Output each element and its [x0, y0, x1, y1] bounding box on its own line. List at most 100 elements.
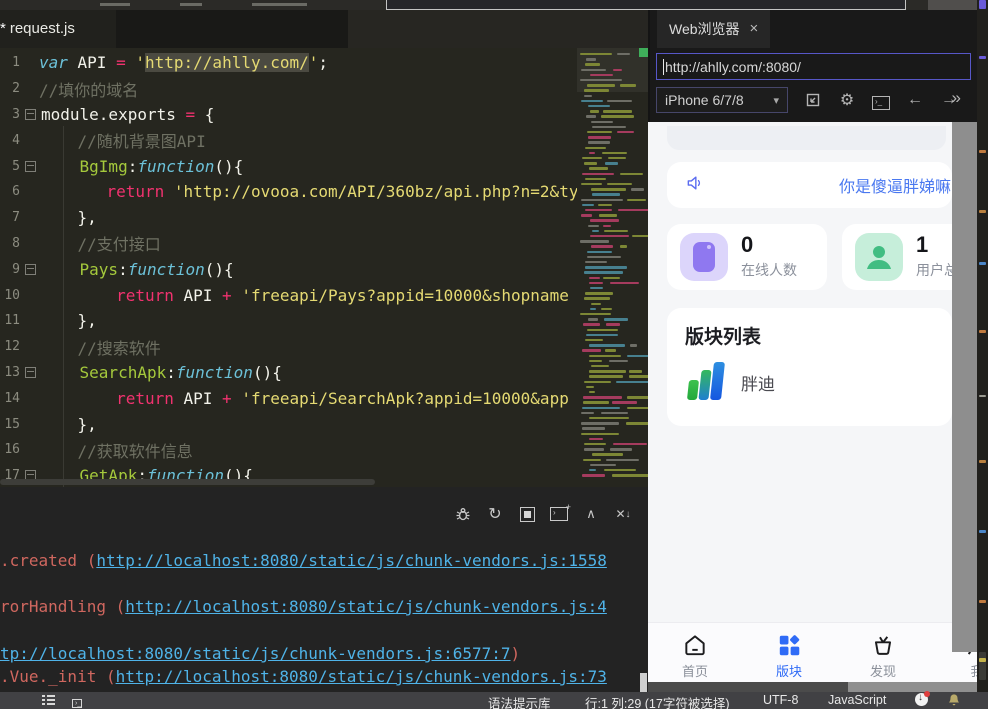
minimap[interactable]: [577, 48, 648, 487]
board-item-label[interactable]: 胖迪: [741, 370, 775, 395]
collapse-icon[interactable]: ∧: [582, 505, 600, 523]
user-icon-bg: [855, 233, 903, 281]
app-tabbar: 首页 版块 发现 我: [648, 622, 977, 682]
update-notification-icon[interactable]: [915, 693, 928, 706]
stack-trace-link[interactable]: http://localhost:8080/static/js/chunk-ve…: [125, 597, 607, 616]
stack-trace-link[interactable]: tp://localhost:8080/static/js/chunk-vend…: [0, 644, 511, 663]
code-line[interactable]: 6 return 'http://ovooa.com/API/360bz/api…: [0, 179, 577, 205]
close-console-icon[interactable]: ✕↓: [614, 505, 632, 523]
clipped-tab-text: [252, 3, 307, 6]
code-line[interactable]: 2//填你的域名: [0, 76, 577, 102]
line-number: 4: [0, 133, 24, 148]
minimap-marker: [639, 48, 648, 57]
line-number: 7: [0, 210, 24, 225]
console-scroll-nub[interactable]: [640, 673, 647, 692]
new-terminal-icon[interactable]: ›+: [550, 505, 568, 523]
console-line: .created (http://localhost:8080/static/j…: [0, 551, 648, 570]
url-text: http://ahlly.com/:8080/: [665, 59, 801, 75]
line-number: 5: [0, 159, 24, 174]
code-line[interactable]: 15 },: [0, 411, 577, 437]
code-line[interactable]: 3module.exports = {: [0, 102, 577, 128]
code-line[interactable]: 5 BgImg:function(){: [0, 153, 577, 179]
preview-hscroll-thumb[interactable]: [648, 682, 848, 692]
phone-icon-wrap: [680, 233, 728, 281]
terminal-icon[interactable]: ›_: [72, 694, 82, 708]
line-number: 11: [0, 313, 24, 328]
code-line[interactable]: 12 //搜索软件: [0, 334, 577, 360]
tabbar-shadow: [116, 10, 348, 48]
online-count: 0: [741, 232, 753, 258]
console-toolbar: ↻ ›+ ∧ ✕↓: [454, 505, 632, 523]
toolbar-search-input-clipped[interactable]: [386, 0, 906, 10]
syntax-lib-status[interactable]: 语法提示库: [488, 693, 551, 709]
code-line[interactable]: 13 SearchApk:function(){: [0, 360, 577, 386]
line-number: 9: [0, 262, 24, 277]
fold-marker-icon[interactable]: [25, 161, 36, 172]
editor-hscrollbar[interactable]: [0, 479, 375, 485]
line-number: 1: [0, 55, 24, 70]
tab-boards[interactable]: 版块: [754, 631, 824, 680]
grid-icon: [754, 631, 824, 659]
error-text: rorHandling (: [0, 597, 125, 616]
fold-marker-icon[interactable]: [25, 264, 36, 275]
line-number: 10: [0, 288, 24, 303]
chevron-down-icon: ▾: [773, 94, 779, 107]
code-line[interactable]: 8 //支付接口: [0, 231, 577, 257]
line-number: 8: [0, 236, 24, 251]
code-line[interactable]: 7 },: [0, 205, 577, 231]
settings-gear-icon[interactable]: ⚙: [838, 90, 856, 110]
code-line[interactable]: 11 },: [0, 308, 577, 334]
top-banner-clipped: [667, 126, 946, 150]
text-caret: [663, 59, 664, 75]
line-number: 13: [0, 365, 24, 380]
board-item-logo[interactable]: [685, 360, 729, 404]
code-line[interactable]: 14 return API + 'freeapi/SearchApk?appid…: [0, 385, 577, 411]
line-number: 14: [0, 391, 24, 406]
close-tab-icon[interactable]: ×: [750, 10, 759, 48]
device-selector[interactable]: iPhone 6/7/8 ▾: [656, 87, 788, 113]
web-browser-tab[interactable]: Web浏览器 ×: [657, 10, 770, 48]
phone-icon: [693, 242, 715, 272]
line-number: 3: [0, 107, 24, 122]
open-external-icon[interactable]: [804, 92, 822, 108]
user-icon: [855, 233, 903, 281]
tab-home[interactable]: 首页: [660, 631, 730, 680]
fold-marker-icon[interactable]: [25, 367, 36, 378]
notice-bar[interactable]: 你是傻逼胖娣嘛: [667, 162, 952, 208]
clipped-pane-strip: [977, 0, 988, 709]
error-text: .Vue._init (: [0, 667, 116, 686]
editor-tab-label: request.js: [10, 20, 75, 37]
code-line[interactable]: 4 //随机背景图API: [0, 127, 577, 153]
fold-marker-icon[interactable]: [25, 109, 36, 120]
cursor-position-status[interactable]: 行:1 列:29 (17字符被选择): [585, 693, 729, 709]
console-terminal-icon[interactable]: ›_: [872, 91, 890, 110]
debug-icon[interactable]: [454, 505, 472, 523]
restart-icon[interactable]: ↻: [486, 505, 504, 523]
online-label: 在线人数: [741, 260, 797, 280]
code-editor[interactable]: 1var API = 'http://ahlly.com/';2//填你的域名3…: [0, 48, 648, 487]
more-chevrons-icon[interactable]: »: [952, 88, 961, 108]
encoding-status[interactable]: UTF-8: [763, 693, 798, 707]
stop-icon[interactable]: [518, 505, 536, 523]
code-line[interactable]: 1var API = 'http://ahlly.com/';: [0, 50, 577, 76]
editor-tab-requestjs[interactable]: *request.js: [0, 10, 116, 48]
language-status[interactable]: JavaScript: [828, 693, 886, 707]
bell-icon[interactable]: [947, 693, 961, 709]
error-text: .created (: [0, 551, 96, 570]
preview-vscrollbar[interactable]: [952, 122, 977, 652]
console-line: tp://localhost:8080/static/js/chunk-vend…: [0, 644, 648, 663]
back-arrow-icon[interactable]: ←: [906, 91, 924, 109]
tab-discover[interactable]: 发现: [848, 631, 918, 680]
code-line[interactable]: 10 return API + 'freeapi/Pays?appid=1000…: [0, 282, 577, 308]
error-text: ): [511, 644, 521, 663]
url-bar[interactable]: http://ahlly.com/:8080/: [656, 53, 971, 80]
code-area[interactable]: 1var API = 'http://ahlly.com/';2//填你的域名3…: [0, 50, 577, 487]
stat-card-online[interactable]: 0 在线人数: [667, 224, 827, 290]
code-line[interactable]: 16 //获取软件信息: [0, 437, 577, 463]
stack-trace-link[interactable]: http://localhost:8080/static/js/chunk-ve…: [96, 551, 607, 570]
line-number: 6: [0, 184, 24, 199]
code-line[interactable]: 9 Pays:function(){: [0, 256, 577, 282]
stack-trace-link[interactable]: http://localhost:8080/static/js/chunk-ve…: [116, 667, 607, 686]
toolbar-button-clipped[interactable]: [928, 0, 977, 10]
console-line: rorHandling (http://localhost:8080/stati…: [0, 597, 648, 616]
